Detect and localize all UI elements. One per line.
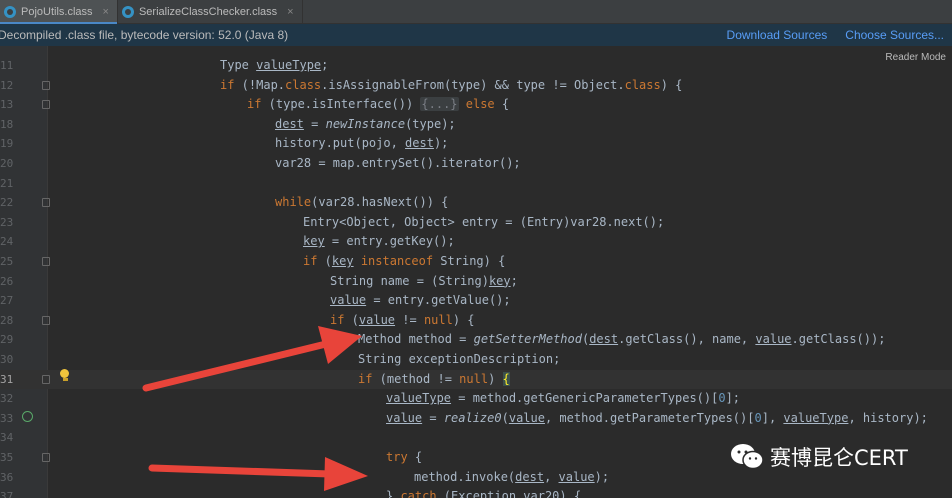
- line-number: 28: [0, 313, 14, 327]
- line-number: 22: [0, 196, 14, 210]
- code-line: 30 String exceptionDescription;: [0, 350, 952, 370]
- line-number: 21: [0, 176, 14, 190]
- code-line: 25 if (key instanceof String) {: [0, 252, 952, 272]
- lightbulb-icon[interactable]: [60, 369, 70, 381]
- line-number: 33: [0, 411, 14, 425]
- line-number: 13: [0, 98, 14, 112]
- code-line: 28 if (value != null) {: [0, 311, 952, 331]
- folded-code-block[interactable]: {...}: [420, 97, 459, 112]
- fold-marker-icon[interactable]: [42, 198, 50, 208]
- fold-marker-icon[interactable]: [42, 374, 50, 384]
- tab-label: PojoUtils.class: [21, 6, 93, 18]
- fold-marker-icon[interactable]: [42, 453, 50, 462]
- line-number: 30: [0, 353, 14, 366]
- code-line: 27 value = entry.getValue();: [0, 291, 952, 311]
- wechat-logo-icon: [731, 444, 764, 470]
- code-line: 29 Method method = getSetterMethod(dest.…: [0, 330, 952, 350]
- line-number: 23: [0, 215, 14, 229]
- watermark: 赛博昆仑CERT: [730, 440, 908, 474]
- code-line: 24 key = entry.getKey();: [0, 232, 952, 252]
- code-line: 33 value = realize0(value, method.getPar…: [0, 409, 952, 429]
- banner-message: Decompiled .class file, bytecode version…: [0, 28, 289, 42]
- code-editor[interactable]: 11 Type valueType; 12 if (!Map.class.isA…: [0, 46, 952, 498]
- tab-label: SerializeClassChecker.class: [138, 6, 278, 18]
- line-number: 19: [0, 137, 14, 151]
- decompiled-notice-banner: Decompiled .class file, bytecode version…: [0, 24, 952, 46]
- line-number: 36: [0, 470, 14, 484]
- line-number: 35: [0, 451, 14, 464]
- line-number: 11: [0, 59, 14, 72]
- line-number: 27: [0, 294, 14, 308]
- editor-tab-bar: PojoUtils.class × SerializeClassChecker.…: [0, 0, 952, 24]
- code-line: 12 if (!Map.class.isAssignableFrom(type)…: [0, 76, 952, 96]
- watermark-text: 赛博昆仑CERT: [770, 446, 908, 470]
- class-file-icon: [4, 6, 16, 18]
- line-number: 12: [0, 78, 14, 92]
- line-number: 24: [0, 235, 14, 249]
- fold-marker-icon[interactable]: [42, 257, 50, 266]
- close-icon[interactable]: ×: [103, 6, 109, 18]
- code-line: 22 while(var28.hasNext()) {: [0, 193, 952, 213]
- code-line: 23 Entry<Object, Object> entry = (Entry)…: [0, 213, 952, 233]
- code-line-current: 31 if (method != null) {: [0, 369, 952, 390]
- class-file-icon: [121, 6, 134, 18]
- code-line: 11 Type valueType;: [0, 56, 952, 76]
- line-number: 20: [0, 157, 14, 170]
- code-line: 26 String name = (String)key;: [0, 272, 952, 292]
- code-line: 19 history.put(pojo, dest);: [0, 134, 952, 154]
- line-number: 34: [0, 431, 14, 445]
- tab-serializeclasschecker[interactable]: SerializeClassChecker.class ×: [118, 0, 303, 24]
- line-number: 29: [0, 333, 14, 347]
- recursive-call-icon: [22, 411, 33, 422]
- close-icon[interactable]: ×: [287, 6, 293, 18]
- download-sources-link[interactable]: Download Sources: [727, 28, 828, 42]
- code-line: 18 dest = newInstance(type);: [0, 115, 952, 135]
- code-line: 32 valueType = method.getGenericParamete…: [0, 389, 952, 409]
- choose-sources-link[interactable]: Choose Sources...: [845, 28, 944, 42]
- line-number: 37: [0, 490, 14, 498]
- fold-marker-icon[interactable]: [42, 315, 50, 325]
- code-line: 20 var28 = map.entrySet().iterator();: [0, 154, 952, 174]
- line-number: 32: [0, 392, 14, 406]
- line-number: 26: [0, 274, 14, 288]
- line-number: 25: [0, 255, 14, 268]
- code-line: 37 } catch (Exception var20) {: [0, 487, 952, 498]
- fold-marker-icon[interactable]: [42, 80, 50, 90]
- tab-pojoutils[interactable]: PojoUtils.class ×: [0, 0, 118, 24]
- code-line: 21: [0, 174, 952, 194]
- line-number: 18: [0, 117, 14, 131]
- fold-marker-icon[interactable]: [42, 100, 50, 110]
- line-number: 31: [0, 372, 14, 386]
- code-line: 13 if (type.isInterface()) {...} else {: [0, 95, 952, 115]
